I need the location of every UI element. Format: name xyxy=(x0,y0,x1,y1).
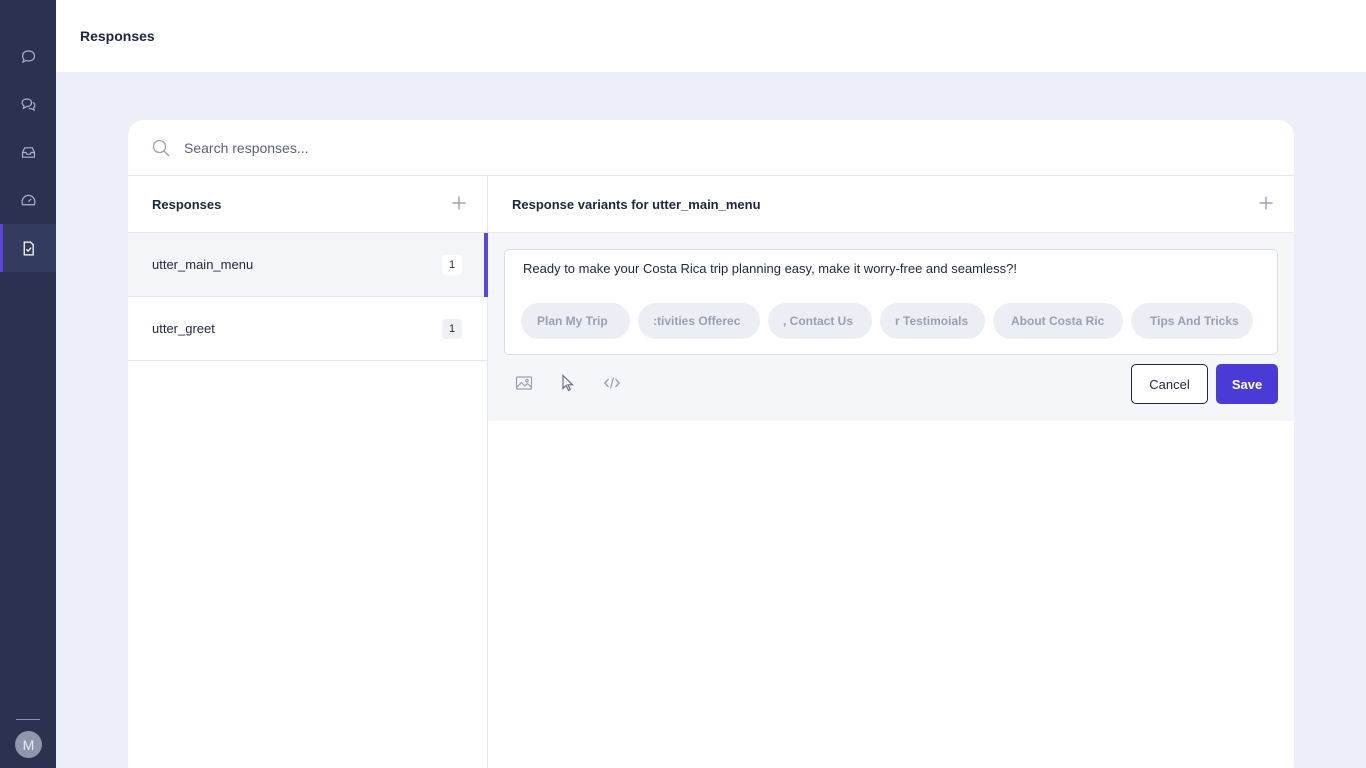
responses-card: Responses utter_main_menu 1 utter_greet … xyxy=(128,120,1294,768)
response-variant-count-badge: 1 xyxy=(442,255,462,275)
sidebar: M xyxy=(0,0,56,768)
quick-reply-button[interactable]: Tips And Tricks xyxy=(1131,303,1253,339)
nav-item-dashboard[interactable] xyxy=(0,176,56,224)
quick-reply-button[interactable]: About Costa Ric xyxy=(993,303,1123,339)
cursor-pointer-icon[interactable] xyxy=(559,374,577,392)
response-item-name: utter_main_menu xyxy=(152,257,254,272)
quick-reply-button[interactable]: :tivities Offerec xyxy=(638,303,760,339)
variants-title: Response variants for utter_main_menu xyxy=(512,197,761,212)
quick-reply-label: Tips And Tricks xyxy=(1150,314,1239,328)
sidebar-divider xyxy=(16,719,40,720)
responses-document-icon xyxy=(23,240,34,256)
quick-reply-label: About Costa Ric xyxy=(1011,314,1105,328)
quick-reply-button[interactable]: Plan My Trip xyxy=(521,303,630,339)
response-variant-count-badge: 1 xyxy=(442,319,462,339)
dashboard-gauge-icon xyxy=(21,194,35,205)
quick-reply-label: Plan My Trip xyxy=(537,314,608,328)
quick-reply-button[interactable]: , Contact Us xyxy=(768,303,872,339)
search-input[interactable] xyxy=(184,136,784,160)
code-icon[interactable] xyxy=(603,374,621,392)
quick-reply-label: , Contact Us xyxy=(783,314,854,328)
response-item-name: utter_greet xyxy=(152,321,215,336)
conversations-icon xyxy=(21,97,35,111)
image-icon[interactable] xyxy=(515,374,533,392)
nav-item-chat[interactable] xyxy=(0,32,56,80)
variants-header: Response variants for utter_main_menu xyxy=(488,176,1294,233)
search-bar xyxy=(128,120,1294,176)
nav-item-responses[interactable] xyxy=(0,224,56,272)
save-button[interactable]: Save xyxy=(1216,364,1278,404)
nav-item-inbox[interactable] xyxy=(0,128,56,176)
response-item-utter-greet[interactable]: utter_greet 1 xyxy=(128,297,488,361)
responses-list-panel: Responses utter_main_menu 1 utter_greet … xyxy=(128,176,488,768)
add-variant-icon[interactable] xyxy=(1258,195,1274,211)
variant-text-box[interactable]: Ready to make your Costa Rica trip plann… xyxy=(504,249,1278,355)
variant-editor: Ready to make your Costa Rica trip plann… xyxy=(488,233,1294,421)
responses-list-header: Responses xyxy=(128,176,487,233)
response-variants-panel: Response variants for utter_main_menu Re… xyxy=(488,176,1294,768)
search-icon xyxy=(152,139,170,157)
inbox-icon xyxy=(21,146,35,158)
add-response-icon[interactable] xyxy=(451,195,467,211)
top-header: Responses xyxy=(56,0,1366,72)
quick-reply-label: :tivities Offerec xyxy=(653,314,741,328)
quick-reply-button[interactable]: r Testimoials xyxy=(880,303,985,339)
chat-bubble-icon xyxy=(21,49,35,63)
page-title: Responses xyxy=(80,28,155,44)
cancel-button[interactable]: Cancel xyxy=(1131,364,1208,404)
responses-list-title: Responses xyxy=(152,197,222,212)
variant-text[interactable]: Ready to make your Costa Rica trip plann… xyxy=(523,261,1017,276)
avatar[interactable]: M xyxy=(15,731,42,758)
quick-reply-label: r Testimoials xyxy=(895,314,969,328)
response-item-utter-main-menu[interactable]: utter_main_menu 1 xyxy=(128,233,488,297)
nav-item-conversations[interactable] xyxy=(0,80,56,128)
